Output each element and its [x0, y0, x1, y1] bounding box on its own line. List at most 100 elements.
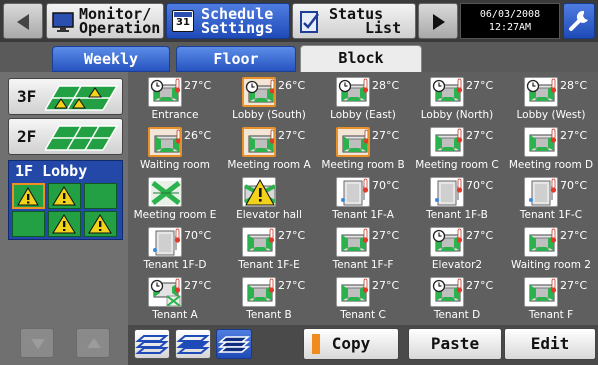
warning-unit-icon[interactable]: [242, 177, 276, 207]
layer-view-2-button[interactable]: [175, 329, 211, 359]
current-time: 12:27AM: [488, 22, 532, 33]
down-arrow-icon: [31, 339, 45, 349]
unit-cell[interactable]: 27°C Tenant 1F-E: [222, 224, 316, 274]
unit-name: Meeting room B: [321, 159, 405, 171]
unit-graphic-icon: [247, 278, 275, 302]
tab-block[interactable]: Block: [300, 45, 422, 72]
block-mini-cell[interactable]: [12, 183, 45, 209]
cassette-unit-icon[interactable]: [430, 127, 464, 157]
cassette-unit-icon[interactable]: [148, 77, 182, 107]
scroll-down-button[interactable]: [20, 328, 54, 358]
nav-forward-button[interactable]: [418, 3, 458, 39]
unit-cell[interactable]: 27°C Meeting room D: [504, 124, 598, 174]
layer-view-3-button[interactable]: [134, 329, 170, 359]
cassette-unit-icon[interactable]: [336, 227, 370, 257]
nav-back-button[interactable]: [3, 3, 43, 39]
ventilator-unit-icon[interactable]: [148, 177, 182, 207]
paste-button[interactable]: Paste: [408, 328, 502, 360]
unit-cell[interactable]: 27°C Waiting room 2: [504, 224, 598, 274]
unit-cell[interactable]: 70°C Tenant 1F-D: [128, 224, 222, 274]
unit-cell[interactable]: 28°C Lobby (East): [316, 74, 410, 124]
cassette-unit-icon[interactable]: [430, 77, 464, 107]
unit-cell[interactable]: 70°C Tenant 1F-C: [504, 174, 598, 224]
layer-view-1-button[interactable]: [216, 329, 252, 359]
unit-cell[interactable]: 27°C Meeting room B: [316, 124, 410, 174]
cassette-unit-icon[interactable]: [524, 127, 558, 157]
cassette-unit-icon[interactable]: [242, 77, 276, 107]
unit-cell[interactable]: 27°C Lobby (North): [410, 74, 504, 124]
unit-temperature: 26°C: [184, 129, 212, 142]
cassette-unit-icon[interactable]: [242, 277, 276, 307]
unit-graphic-icon: [338, 78, 369, 102]
floor-2f-label: 2F: [17, 127, 37, 146]
calendar-icon: 31: [172, 10, 194, 32]
floor-map-icon: [45, 125, 119, 151]
cassette-unit-icon[interactable]: [430, 227, 464, 257]
unit-cell[interactable]: Meeting room E: [128, 174, 222, 224]
floor-map-icon: [45, 85, 119, 111]
heater-unit-icon[interactable]: [524, 177, 558, 207]
tab-weekly[interactable]: Weekly: [52, 46, 170, 72]
cassette-unit-icon[interactable]: [148, 127, 182, 157]
unit-cell[interactable]: 27°C Tenant B: [222, 274, 316, 324]
edit-button[interactable]: Edit: [504, 328, 596, 360]
unit-cell[interactable]: 26°C Waiting room: [128, 124, 222, 174]
unit-name: Meeting room D: [508, 159, 594, 171]
heater-unit-icon[interactable]: [148, 227, 182, 257]
unit-temperature: 27°C: [184, 279, 212, 292]
unit-graphic-icon: [244, 178, 275, 206]
floor-2f-button[interactable]: 2F: [8, 118, 123, 155]
block-mini-cell[interactable]: [48, 183, 81, 209]
unit-cell[interactable]: 27°C Elevator2: [410, 224, 504, 274]
cassette-unit-icon[interactable]: [430, 277, 464, 307]
unit-cell[interactable]: 27°C Tenant A: [128, 274, 222, 324]
cassette-vent-unit-icon[interactable]: [148, 277, 182, 307]
unit-cell[interactable]: 27°C Tenant F: [504, 274, 598, 324]
scroll-up-button[interactable]: [76, 328, 110, 358]
cassette-unit-icon[interactable]: [336, 127, 370, 157]
unit-cell[interactable]: 26°C Lobby (South): [222, 74, 316, 124]
cassette-unit-icon[interactable]: [524, 227, 558, 257]
block-1f-lobby[interactable]: 1F Lobby: [8, 160, 123, 240]
tab-floor[interactable]: Floor: [176, 46, 296, 72]
unit-cell[interactable]: Elevator hall: [222, 174, 316, 224]
block-mini-cell[interactable]: [84, 183, 117, 209]
cassette-unit-icon[interactable]: [336, 277, 370, 307]
status-list-button[interactable]: Status List: [292, 3, 416, 39]
cassette-unit-icon[interactable]: [242, 227, 276, 257]
cassette-unit-icon[interactable]: [524, 277, 558, 307]
floor-3f-button[interactable]: 3F: [8, 78, 123, 115]
unit-cell[interactable]: 27°C Tenant 1F-F: [316, 224, 410, 274]
unit-temperature: 27°C: [466, 279, 494, 292]
unit-cell[interactable]: 27°C Meeting room A: [222, 124, 316, 174]
unit-name: Lobby (West): [516, 109, 586, 121]
unit-cell[interactable]: 27°C Meeting room C: [410, 124, 504, 174]
unit-temperature: 26°C: [278, 79, 306, 92]
left-arrow-icon: [17, 14, 29, 30]
copy-button[interactable]: Copy: [303, 328, 399, 360]
unit-cell[interactable]: 27°C Tenant D: [410, 274, 504, 324]
unit-cell[interactable]: 27°C Tenant C: [316, 274, 410, 324]
schedule-settings-button[interactable]: 31 Schedule Settings: [166, 3, 290, 39]
block-mini-cell[interactable]: [12, 211, 45, 237]
unit-graphic-icon: [150, 278, 181, 306]
block-mini-cell[interactable]: [84, 211, 117, 237]
unit-cell[interactable]: 27°C Entrance: [128, 74, 222, 124]
unit-cell[interactable]: 70°C Tenant 1F-A: [316, 174, 410, 224]
heater-unit-icon[interactable]: [336, 177, 370, 207]
block-mini-cell[interactable]: [48, 211, 81, 237]
unit-graphic-icon: [154, 129, 180, 153]
unit-name: Meeting room C: [415, 159, 499, 171]
unit-temperature: 27°C: [372, 129, 400, 142]
unit-name: Tenant 1F-B: [426, 209, 488, 221]
view-tab-bar: Weekly Floor Block: [0, 42, 598, 72]
maintenance-button[interactable]: [563, 3, 595, 39]
cassette-unit-icon[interactable]: [242, 127, 276, 157]
cassette-unit-icon[interactable]: [336, 77, 370, 107]
unit-cell[interactable]: 28°C Lobby (West): [504, 74, 598, 124]
heater-unit-icon[interactable]: [430, 177, 464, 207]
unit-cell[interactable]: 70°C Tenant 1F-B: [410, 174, 504, 224]
monitor-operation-button[interactable]: Monitor/ Operation: [46, 3, 164, 39]
cassette-unit-icon[interactable]: [524, 77, 558, 107]
unit-graphic-icon: [342, 129, 368, 153]
